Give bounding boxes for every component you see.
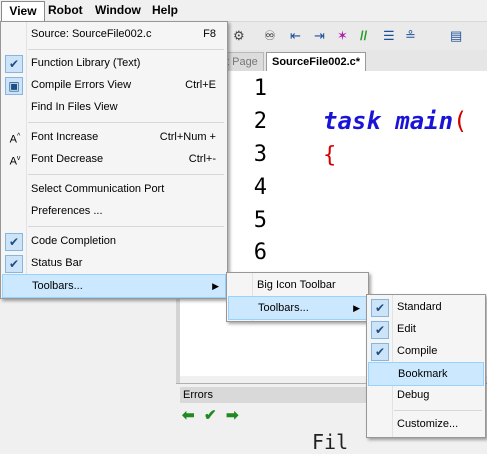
arrow-right-icon[interactable]: ➡ [226,406,239,424]
menu-item-compile-errors[interactable]: ▣ Compile Errors View Ctrl+E [2,74,226,96]
check-icon: ✔ [371,299,389,317]
line-number: 2 [253,109,267,134]
code-paren: ( [453,107,468,135]
menu-window[interactable]: Window [95,2,141,19]
menu-item-shortcut: Ctrl+Num + [159,131,216,143]
menu-item-compile[interactable]: ✔ Compile [368,340,484,362]
line-number: 3 [253,142,267,167]
indent-icon[interactable]: ⇥ [314,28,325,44]
line-number: 6 [253,240,267,265]
menu-item-label: Compile [397,345,438,357]
menu-item-source[interactable]: Source: SourceFile002.c F8 [2,23,226,45]
menu-item-font-decrease[interactable]: Av Font Decrease Ctrl+- [2,148,226,170]
menu-item-toolbars[interactable]: Toolbars... ▶ [2,274,226,298]
menu-item-debug[interactable]: Debug [368,384,484,406]
window-icon: ▣ [5,77,23,95]
menu-item-font-increase[interactable]: A^ Font Increase Ctrl+Num + [2,126,226,148]
menu-item-label: Preferences ... [31,205,103,217]
compile-icon[interactable]: ▤ [450,28,462,44]
font-decrease-icon: Av [9,155,21,168]
menu-item-label: Status Bar [31,257,83,269]
menu-item-label: Standard [397,301,442,313]
menu-item-label: Find In Files View [31,101,118,113]
binoculars-icon[interactable]: ♾ [264,28,276,44]
menu-item-shortcut: F8 [203,28,216,40]
code-keyword: task main [323,107,454,135]
menu-separator [394,410,482,411]
menu-item-label: Edit [397,323,416,335]
toolbars-submenu: Big Icon Toolbar Toolbars... ▶ [226,272,369,322]
menu-item-status-bar[interactable]: ✔ Status Bar [2,252,226,274]
toolbar-list-submenu: ✔ Standard ✔ Edit ✔ Compile Bookmark Deb… [366,294,486,438]
menu-item-label: Bookmark [398,368,448,380]
outdent-icon[interactable]: ⇤ [290,28,301,44]
menu-item-select-port[interactable]: Select Communication Port [2,178,226,200]
menu-item-label: Toolbars... [32,280,83,292]
menu-item-label: Debug [397,389,430,401]
menu-separator [28,122,224,123]
check-icon: ✔ [5,55,23,73]
menu-bar: View Robot Window Help [0,0,487,22]
menu-item-toolbars-sub[interactable]: Toolbars... ▶ [228,296,367,320]
check-icon: ✔ [5,255,23,273]
code-brace: { [323,143,337,168]
menu-item-shortcut: Ctrl+E [185,79,216,91]
submenu-arrow-icon: ▶ [212,281,219,291]
menu-item-label: Customize... [397,418,459,430]
menu-item-function-library[interactable]: ✔ Function Library (Text) [2,52,226,74]
menu-item-label: Source: SourceFile002.c [31,28,152,40]
menu-item-label: Font Decrease [31,153,104,165]
menu-item-label: Code Completion [31,235,116,247]
menu-help[interactable]: Help [152,2,178,19]
menu-item-standard[interactable]: ✔ Standard [368,296,484,318]
line-number: 4 [253,175,267,200]
menu-view[interactable]: View [1,1,45,21]
menu-item-big-icon-toolbar[interactable]: Big Icon Toolbar [228,274,367,296]
tab-source-file[interactable]: SourceFile002.c* [266,52,367,71]
menu-item-customize[interactable]: Customize... [368,413,484,435]
menu-item-label: Function Library (Text) [31,57,141,69]
menu-item-label: Font Increase [31,131,99,143]
menu-separator [28,174,224,175]
comment-icon[interactable]: // [360,28,367,44]
menu-separator [28,226,224,227]
format-icon[interactable]: ☰ [383,28,395,44]
menu-item-shortcut: Ctrl+- [188,153,216,165]
line-number: 5 [253,208,267,233]
bookmark-toggle-icon[interactable]: ≗ [405,28,416,44]
line-number: 1 [253,76,267,101]
menu-item-label: Big Icon Toolbar [257,279,336,291]
menu-item-preferences[interactable]: Preferences ... [2,200,226,222]
arrow-left-icon[interactable]: ⬅ [182,406,195,424]
gear-icon[interactable]: ⚙ [233,28,245,44]
menu-item-bookmark[interactable]: Bookmark [368,362,484,386]
menu-item-label: Select Communication Port [31,183,165,195]
submenu-arrow-icon: ▶ [353,303,360,313]
menu-item-edit[interactable]: ✔ Edit [368,318,484,340]
check-icon[interactable]: ✔ [204,406,217,424]
menu-item-label: Compile Errors View [31,79,132,91]
code-line: task main( [323,107,468,135]
check-icon: ✔ [371,343,389,361]
check-icon: ✔ [371,321,389,339]
menu-robot[interactable]: Robot [48,2,83,19]
menu-item-find-in-files[interactable]: Find In Files View [2,96,226,118]
menu-item-label: Toolbars... [258,302,309,314]
view-menu: Source: SourceFile002.c F8 ✔ Function Li… [0,21,228,299]
errors-content: Fil [312,430,349,454]
magic-wand-icon[interactable]: ✶ [337,28,348,44]
check-icon: ✔ [5,233,23,251]
menu-separator [28,49,224,50]
menu-item-code-completion[interactable]: ✔ Code Completion [2,230,226,252]
font-increase-icon: A^ [9,133,21,146]
